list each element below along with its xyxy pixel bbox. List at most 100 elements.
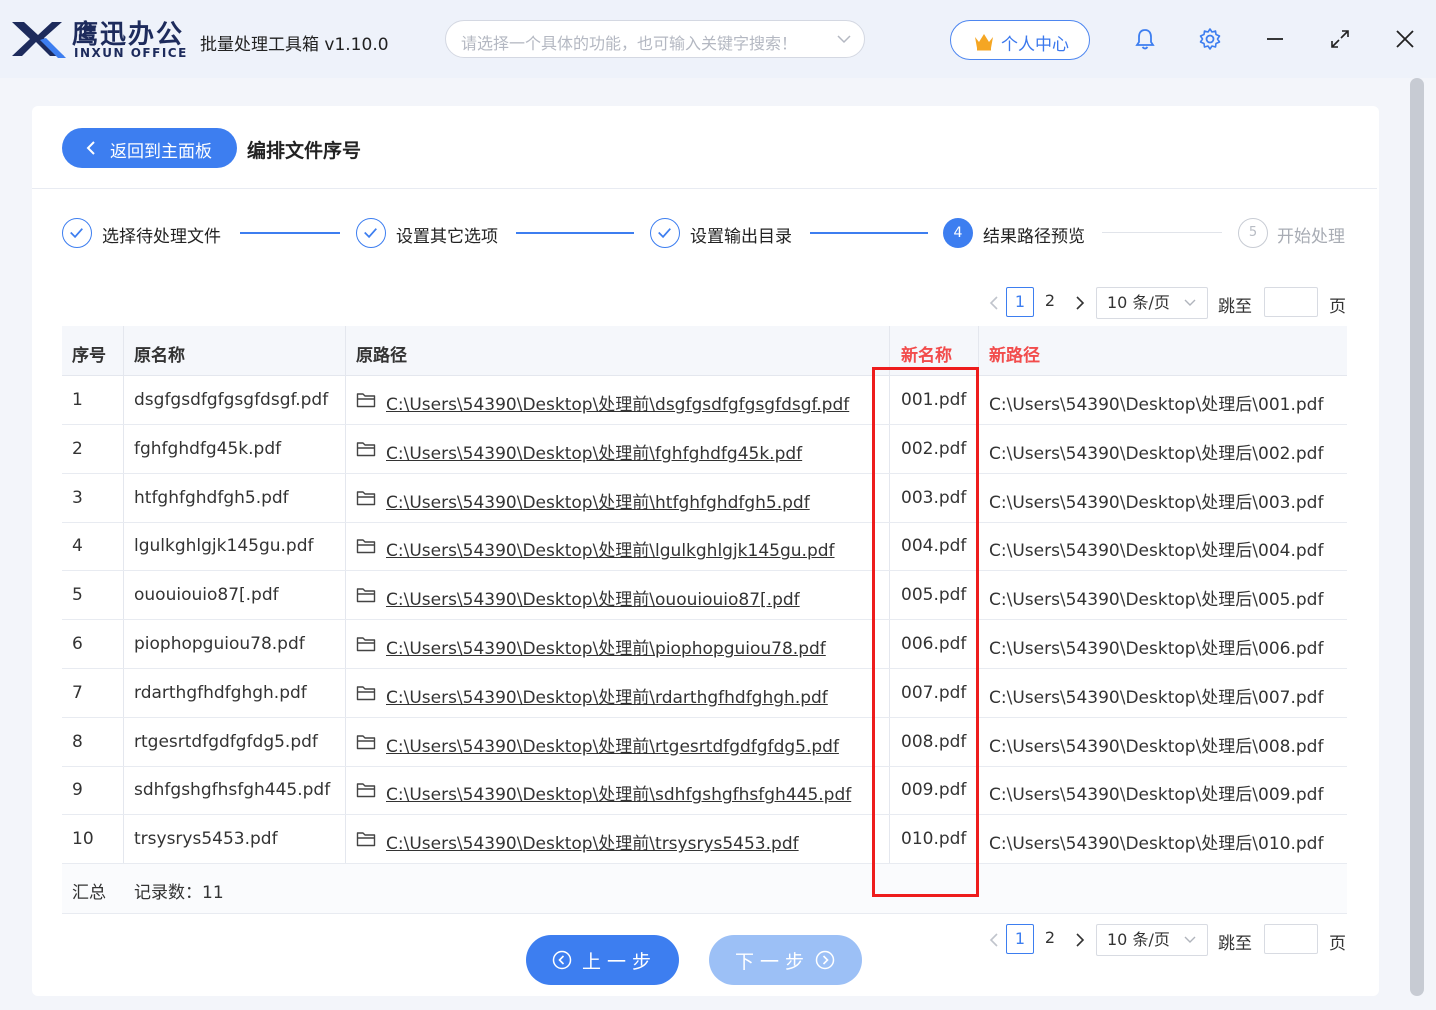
row-orig-name: piophopguiou78.pdf <box>134 634 305 654</box>
row-orig-name: lgulkghlgjk145gu.pdf <box>134 536 314 557</box>
chevron-right-icon[interactable] <box>1070 291 1090 315</box>
table-row: 7 rdarthgfhdfghgh.pdf C:\Users\54390\Deskt… <box>62 669 1347 718</box>
row-orig-name: rtgesrtdfgdfgfdg5.pdf <box>134 731 318 752</box>
step-4-number: 4 <box>943 218 973 248</box>
step-4-label: 结果路径预览 <box>983 227 1085 247</box>
folder-icon[interactable] <box>356 831 376 847</box>
folder-icon[interactable] <box>356 587 376 603</box>
page-2-button[interactable]: 2 <box>1036 924 1064 954</box>
summary-count: 记录数：11 <box>134 883 224 903</box>
row-orig-path-link[interactable]: C:\Users\54390\Desktop\处理前\sdhfgshgfhsfg… <box>386 780 851 805</box>
step-1-check-icon <box>62 218 92 248</box>
row-new-path: C:\Users\54390\Desktop\处理后\008.pdf <box>989 736 1324 757</box>
chevron-left-icon[interactable] <box>984 928 1004 952</box>
page-title: 编排文件序号 <box>247 140 362 162</box>
results-table: 序号 原名称 原路径 新名称 新路径 1 dsgfgsdfgfgsgfdsgf.p… <box>62 326 1347 914</box>
back-label: 返回到主面板 <box>110 142 212 162</box>
close-icon[interactable] <box>1392 26 1418 52</box>
step-3-label: 设置输出目录 <box>690 227 792 247</box>
row-index: 6 <box>72 634 83 654</box>
gear-icon[interactable] <box>1197 26 1223 52</box>
search-box[interactable]: 请选择一个具体的功能，也可输入关键字搜索！ <box>445 20 865 58</box>
row-new-path: C:\Users\54390\Desktop\处理后\001.pdf <box>989 395 1324 415</box>
row-orig-path-link[interactable]: C:\Users\54390\Desktop\处理前\rdarthgfhdfgh… <box>386 683 828 708</box>
row-orig-path-link[interactable]: C:\Users\54390\Desktop\处理前\rtgesrtdfgdfg… <box>386 732 839 757</box>
row-orig-name: sdhfgshgfhsfgh445.pdf <box>134 780 331 801</box>
folder-icon[interactable] <box>356 490 376 506</box>
row-orig-path-link[interactable]: C:\Users\54390\Desktop\处理前\trsysrys5453.… <box>386 829 799 854</box>
main-panel: 返回到主面板 编排文件序号 选择待处理文件 设置其它选项 设置输出目录 4 结果… <box>32 106 1379 996</box>
pagination-bottom: 1 2 10 条/页 跳至 页 <box>984 924 1364 956</box>
step-5-number: 5 <box>1238 218 1268 248</box>
table-row: 8 rtgesrtdfgdfgfdg5.pdf C:\Users\54390\Des… <box>62 718 1347 767</box>
chevron-left-icon[interactable] <box>984 291 1004 315</box>
table-row: 10 trsysrys5453.pdf C:\Users\54390\Desktop… <box>62 815 1347 865</box>
summary-row: 汇总 记录数：11 <box>62 864 1347 914</box>
app-window: 鹰迅办公 INXUN OFFICE 批量处理工具箱 v1.10.0 请选择一个具… <box>0 0 1436 1010</box>
row-new-path: C:\Users\54390\Desktop\处理后\005.pdf <box>989 590 1324 611</box>
row-orig-path-link[interactable]: C:\Users\54390\Desktop\处理前\htfghfghdfgh5… <box>386 488 810 513</box>
table-row: 1 dsgfgsdfgfgsgfdsgf.pdf C:\Users\54390\De… <box>62 376 1347 425</box>
user-center-label: 个人中心 <box>1001 35 1069 55</box>
row-orig-path-link[interactable]: C:\Users\54390\Desktop\处理前\fghfghdfg45k.… <box>386 439 802 464</box>
logo-icon <box>12 22 66 58</box>
page-suffix: 页 <box>1329 297 1346 317</box>
chevron-down-icon <box>1184 936 1196 943</box>
pagination-top: 1 2 10 条/页 跳至 页 <box>984 287 1364 319</box>
page-size-select[interactable]: 10 条/页 <box>1096 924 1208 956</box>
table-row: 9 sdhfgshgfhsfgh445.pdf C:\Users\54390\Des… <box>62 766 1347 816</box>
page-1-button[interactable]: 1 <box>1006 287 1034 317</box>
folder-icon[interactable] <box>356 636 376 652</box>
row-orig-path-link[interactable]: C:\Users\54390\Desktop\处理前\lgulkghlgjk14… <box>386 536 835 561</box>
row-index: 7 <box>72 682 83 703</box>
folder-icon[interactable] <box>356 685 376 701</box>
jump-page-input[interactable] <box>1264 924 1318 954</box>
header-index: 序号 <box>72 346 106 366</box>
row-orig-name: trsysrys5453.pdf <box>134 829 278 850</box>
row-orig-path-link[interactable]: C:\Users\54390\Desktop\处理前\dsgfgsdfgfgsg… <box>386 390 849 415</box>
bell-icon[interactable] <box>1132 26 1158 52</box>
row-orig-path-link[interactable]: C:\Users\54390\Desktop\处理前\ououiouio87[.… <box>386 585 800 610</box>
step-2-check-icon <box>356 218 386 248</box>
previous-step-button[interactable]: 上一步 <box>526 935 679 985</box>
chevron-right-icon[interactable] <box>1070 928 1090 952</box>
user-center-button[interactable]: 个人中心 <box>950 20 1090 60</box>
folder-icon[interactable] <box>356 734 376 750</box>
jump-page-input[interactable] <box>1264 287 1318 317</box>
folder-icon[interactable] <box>356 782 376 798</box>
chevron-down-icon <box>837 35 851 44</box>
maximize-icon[interactable] <box>1327 26 1353 52</box>
circle-chevron-right-icon <box>815 950 835 970</box>
minimize-icon[interactable] <box>1262 26 1288 52</box>
folder-icon[interactable] <box>356 441 376 457</box>
back-to-main-button[interactable]: 返回到主面板 <box>62 128 237 168</box>
page-size-value: 10 条/页 <box>1107 930 1170 949</box>
step-connector <box>810 232 928 234</box>
folder-icon[interactable] <box>356 392 376 408</box>
row-new-path: C:\Users\54390\Desktop\处理后\007.pdf <box>989 687 1324 708</box>
table-row: 2 fghfghdfg45k.pdf C:\Users\54390\Desktop\… <box>62 425 1347 474</box>
jump-label: 跳至 <box>1218 934 1252 954</box>
table-row: 4 lgulkghlgjk145gu.pdf C:\Users\54390\Desk… <box>62 522 1347 572</box>
row-orig-name: rdarthgfhdfghgh.pdf <box>134 682 307 703</box>
row-orig-path-link[interactable]: C:\Users\54390\Desktop\处理前\piophopguiou7… <box>386 634 826 659</box>
row-orig-name: dsgfgsdfgfgsgfdsgf.pdf <box>134 390 329 410</box>
row-orig-name: htfghfghdfgh5.pdf <box>134 487 289 508</box>
table-row: 3 htfghfghdfgh5.pdf C:\Users\54390\Desktop… <box>62 474 1347 523</box>
page-1-button[interactable]: 1 <box>1006 924 1034 954</box>
page-2-button[interactable]: 2 <box>1036 287 1064 317</box>
header-new-path: 新路径 <box>989 346 1040 366</box>
step-2-label: 设置其它选项 <box>396 227 498 247</box>
table-header: 序号 原名称 原路径 新名称 新路径 <box>62 326 1347 376</box>
scrollbar[interactable] <box>1408 78 1426 998</box>
next-step-button[interactable]: 下一步 <box>709 935 862 985</box>
step-connector <box>516 232 634 234</box>
row-orig-name: ououiouio87[.pdf <box>134 585 279 606</box>
step-connector <box>1102 232 1222 233</box>
folder-icon[interactable] <box>356 538 376 554</box>
new-name-highlight-box <box>872 367 979 897</box>
summary-label: 汇总 <box>72 883 106 903</box>
page-size-select[interactable]: 10 条/页 <box>1096 287 1208 319</box>
row-new-path: C:\Users\54390\Desktop\处理后\003.pdf <box>989 492 1324 513</box>
scrollbar-thumb[interactable] <box>1410 78 1424 996</box>
